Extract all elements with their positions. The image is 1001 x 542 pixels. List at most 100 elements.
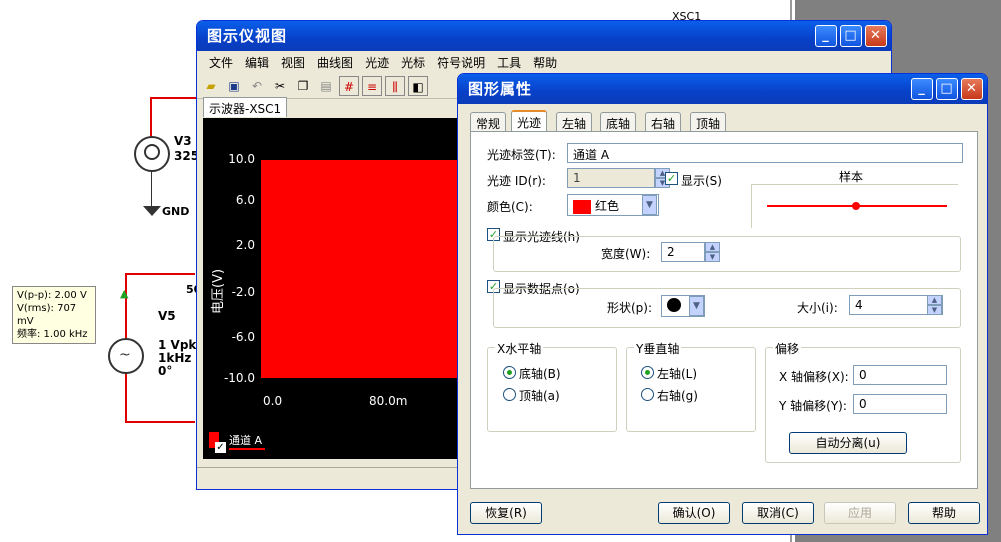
close-button[interactable]: ✕ [865,25,887,47]
menu-file[interactable]: 文件 [203,54,239,71]
gnd-label: GND [162,205,190,218]
width-input[interactable]: 2 [661,242,705,262]
x-offset-input[interactable]: 0 [853,365,947,385]
trace-label-input[interactable]: 通道 A [567,143,963,163]
probe-tooltip: V(p-p): 2.00 V V(rms): 707 mV 频率: 1.00 k… [12,286,96,344]
y-axis-group-caption: Y垂直轴 [634,340,682,357]
trace-label-caption: 光迹标签(T): [487,148,556,162]
wire-v3-gnd [151,172,152,208]
trace-id-input[interactable]: 1 [567,168,655,188]
v3-name: V3 [174,134,192,148]
show-trace-checkbox[interactable]: ✓ [665,172,678,185]
cancel-button[interactable]: 取消(C) [742,502,814,524]
x-top-label: 顶轴(a) [519,389,560,403]
ac-source-v5[interactable]: ~ [108,338,144,374]
menu-graph[interactable]: 曲线图 [311,54,359,71]
tab-top-axis[interactable]: 顶轴 [690,112,727,132]
menu-help[interactable]: 帮助 [527,54,563,71]
apply-button[interactable]: 应用 [824,502,896,524]
x-tick-label: 0.0 [263,394,283,408]
y-left-label: 左轴(L) [657,367,698,381]
dialog-minimize-button[interactable]: _ [911,78,933,100]
x-top-radio[interactable] [503,388,516,401]
copy-icon[interactable]: ❐ [293,76,313,96]
shape-dropdown-arrow[interactable]: ▼ [689,296,704,316]
v5-frequency: 1kHz [158,351,192,365]
ground-symbol [143,206,161,216]
tab-bottom-axis[interactable]: 底轴 [600,112,637,132]
grapher-title: 图示仪视图 [207,27,288,45]
dialog-titlebar[interactable]: 图形属性 _ □ ✕ [458,74,987,104]
tab-trace[interactable]: 光迹 [511,110,548,133]
size-up[interactable]: ▲ [927,295,942,305]
undo-icon[interactable]: ↶ [247,76,267,96]
v5-name: V5 [158,309,176,323]
cut-icon[interactable]: ✂ [270,76,290,96]
tab-oscilloscope-xsc1[interactable]: 示波器-XSC1 [203,97,288,117]
y-right-label: 右轴(g) [657,389,698,403]
wire-v3-top [150,97,198,99]
trace-fill [261,160,463,378]
trace-line-group [493,236,961,272]
minimize-button[interactable]: _ [815,25,837,47]
ok-button[interactable]: 确认(O) [658,502,730,524]
grid-icon[interactable]: # [339,75,359,96]
y-tick-label: 6.0 [235,193,255,207]
restore-button[interactable]: 恢复(R) [470,502,542,524]
wire-v5-top [125,273,195,275]
paste-icon[interactable]: ▤ [316,76,336,96]
x-axis-group-caption: X水平轴 [495,340,544,357]
plot-area[interactable]: 10.0 6.0 2.0 -2.0 -6.0 -10.0 0.0 80.0m 电… [203,118,463,459]
filled-circle-icon [667,298,681,312]
dialog-close-button[interactable]: ✕ [961,78,983,100]
maximize-button[interactable]: □ [840,25,862,47]
menu-legend[interactable]: 符号说明 [431,54,491,71]
y-tick-label: 10.0 [228,152,255,166]
width-caption: 宽度(W): [601,247,651,261]
dialog-title: 图形属性 [468,80,533,98]
tab-oscilloscope-label: 示波器-XSC1 [209,102,282,116]
auto-separate-button[interactable]: 自动分离(u) [789,432,907,454]
size-caption: 大小(i): [797,301,838,315]
y-left-radio[interactable] [641,366,654,379]
tab-right-axis[interactable]: 右轴 [645,112,682,132]
tab-general[interactable]: 常规 [470,112,507,132]
legend-checkbox[interactable]: ✓ [215,442,226,453]
y-tick-label: 2.0 [235,238,255,252]
y-tick-label: -10.0 [223,371,255,385]
sample-preview [751,184,958,228]
save-icon[interactable]: ▣ [224,76,244,96]
sample-caption: 样本 [839,170,864,184]
menu-tools[interactable]: 工具 [491,54,527,71]
open-folder-icon[interactable]: ▰ [201,76,221,96]
menu-edit[interactable]: 编辑 [239,54,275,71]
width-up[interactable]: ▲ [705,242,720,252]
help-button[interactable]: 帮助 [908,502,980,524]
menu-cursor[interactable]: 光标 [395,54,431,71]
menu-trace[interactable]: 光迹 [359,54,395,71]
dialog-maximize-button[interactable]: □ [936,78,958,100]
graph-properties-dialog: 图形属性 _ □ ✕ 常规 光迹 左轴 底轴 右轴 顶轴 光迹标签(T): 通道… [457,73,988,535]
x-offset-caption: X 轴偏移(X): [779,370,849,384]
legend-icon[interactable]: ≡ [362,75,382,96]
size-down[interactable]: ▼ [927,305,942,315]
trace-id-caption: 光迹 ID(r): [487,174,546,188]
cursor-icon[interactable]: ⫼ [385,75,405,96]
menu-view[interactable]: 视图 [275,54,311,71]
color-caption: 颜色(C): [487,200,533,214]
export-icon[interactable]: ◧ [408,75,428,96]
dc-source-v3[interactable] [134,136,170,172]
grapher-titlebar[interactable]: 图示仪视图 _ □ ✕ [197,21,891,51]
y-right-radio[interactable] [641,388,654,401]
probe-freq: 频率: 1.00 kHz [17,329,88,340]
x-bottom-radio[interactable] [503,366,516,379]
y-offset-caption: Y 轴偏移(Y): [779,399,847,413]
tab-left-axis[interactable]: 左轴 [556,112,593,132]
y-tick-label: -6.0 [231,330,255,344]
color-swatch [573,199,591,214]
v5-amplitude: 1 Vpk [158,338,197,352]
y-offset-input[interactable]: 0 [853,394,947,414]
wire-v5-return [125,421,195,423]
color-dropdown-arrow[interactable]: ▼ [642,195,657,215]
width-down[interactable]: ▼ [705,252,720,262]
